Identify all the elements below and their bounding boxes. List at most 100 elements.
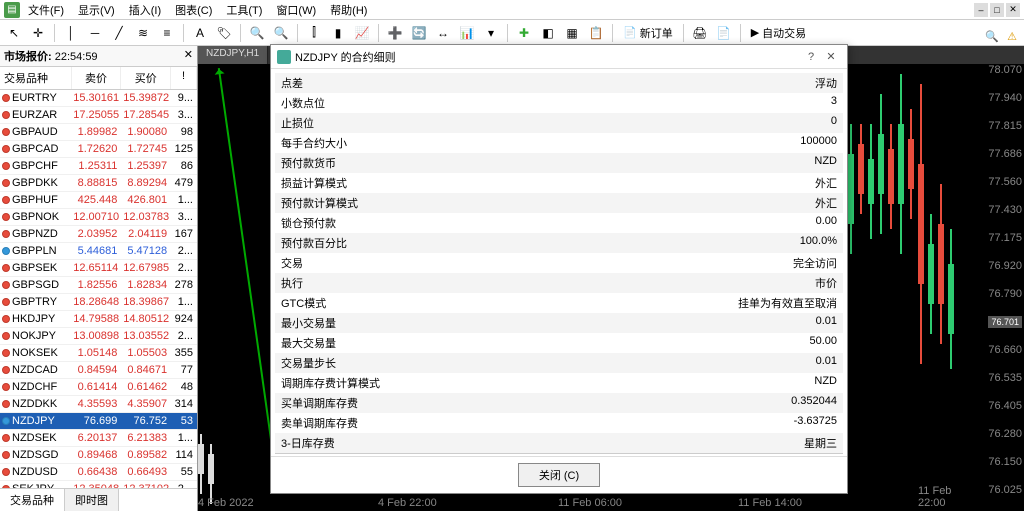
symbol-row[interactable]: GBPPLN 5.44681 5.47128 2...	[0, 243, 197, 260]
market-watch-time: 22:54:59	[55, 51, 98, 63]
menu-item[interactable]: 插入(I)	[123, 0, 167, 20]
symbol-row[interactable]: NZDJPY 76.699 76.752 53	[0, 413, 197, 430]
symbol-row[interactable]: GBPTRY 18.28648 18.39867 1...	[0, 294, 197, 311]
symbol-row[interactable]: NZDCAD 0.84594 0.84671 77	[0, 362, 197, 379]
spec-row: 锁仓预付款0.00	[275, 213, 843, 233]
maximize-icon[interactable]: □	[990, 3, 1004, 17]
symbol-row[interactable]: EURTRY 15.30161 15.39872 9...	[0, 90, 197, 107]
spec-row: GTC模式挂单为有效直至取消	[275, 293, 843, 313]
spec-row: 止损位0	[275, 113, 843, 133]
spec-row: 调期库存费计算模式NZD	[275, 373, 843, 393]
data-icon[interactable]: ◧	[538, 23, 558, 43]
channel-icon[interactable]: ≋	[133, 23, 153, 43]
spec-row: 损益计算模式外汇	[275, 173, 843, 193]
menu-item[interactable]: 显示(V)	[72, 0, 121, 20]
spec-row: 小数点位3	[275, 93, 843, 113]
header-bid[interactable]: 卖价	[72, 67, 122, 89]
close-icon[interactable]: ✕	[1006, 3, 1020, 17]
zoom-in-icon[interactable]: 🔍	[247, 23, 267, 43]
market-watch-rows: EURTRY 15.30161 15.39872 9... EURZAR 17.…	[0, 90, 197, 488]
symbol-row[interactable]: GBPNZD 2.03952 2.04119 167	[0, 226, 197, 243]
plus-icon[interactable]: ✚	[514, 23, 534, 43]
menu-item[interactable]: 文件(F)	[22, 0, 70, 20]
data2-icon[interactable]: 📋	[586, 23, 606, 43]
header-ask[interactable]: 买价	[121, 67, 171, 89]
header-spread[interactable]: !	[171, 67, 197, 89]
panel-close-icon[interactable]: ✕	[184, 48, 193, 64]
chart-bars-icon[interactable]: ⫿	[304, 23, 324, 43]
window-controls: – □ ✕	[974, 3, 1020, 17]
market-watch-panel: 市场报价: 22:54:59 ✕ 交易品种 卖价 买价 ! EURTRY 15.…	[0, 46, 198, 511]
spec-row: 交易量步长0.01	[275, 353, 843, 373]
symbol-row[interactable]: SEKJPY 12.35048 12.37102 2...	[0, 481, 197, 488]
header-symbol[interactable]: 交易品种	[0, 67, 72, 89]
autotrade-button[interactable]: ▶自动交易	[747, 23, 810, 43]
zoom-out-icon[interactable]: 🔍	[271, 23, 291, 43]
symbol-row[interactable]: NZDSGD 0.89468 0.89582 114	[0, 447, 197, 464]
fibo-icon[interactable]: ≡	[157, 23, 177, 43]
text-icon[interactable]: A	[190, 23, 210, 43]
symbol-row[interactable]: NZDUSD 0.66438 0.66493 55	[0, 464, 197, 481]
shift-icon[interactable]: ↔	[433, 23, 453, 43]
search-icon[interactable]: 🔍	[984, 28, 1000, 44]
toolbar-1: ↖ ✛ │ ─ ╱ ≋ ≡ A 🏷 🔍 🔍 ⫿ ▮ 📈 ➕ 🔄 ↔ 📊 ▾ ✚ …	[0, 20, 1024, 46]
dialog-help-icon[interactable]: ?	[801, 51, 821, 63]
symbol-row[interactable]: GBPDKK 8.88815 8.89294 479	[0, 175, 197, 192]
symbol-row[interactable]: GBPAUD 1.89982 1.90080 98	[0, 124, 197, 141]
vline-icon[interactable]: │	[61, 23, 81, 43]
app-icon: ▤	[4, 2, 20, 18]
symbol-row[interactable]: GBPCHF 1.25311 1.25397 86	[0, 158, 197, 175]
symbol-row[interactable]: EURZAR 17.25055 17.28545 3...	[0, 107, 197, 124]
chart-tab[interactable]: NZDJPY,H1	[198, 46, 268, 64]
tab-symbols[interactable]: 交易品种	[0, 489, 65, 511]
symbol-row[interactable]: GBPCAD 1.72620 1.72745 125	[0, 141, 197, 158]
label-icon[interactable]: 🏷	[214, 23, 234, 43]
symbol-row[interactable]: GBPNOK 12.00710 12.03783 3...	[0, 209, 197, 226]
alert-icon[interactable]: ⚠	[1004, 28, 1020, 44]
grid-icon[interactable]: ▦	[562, 23, 582, 43]
spec-row: 每手合约大小100000	[275, 133, 843, 153]
crosshair-icon[interactable]: ✛	[28, 23, 48, 43]
symbol-row[interactable]: NZDDKK 4.35593 4.35907 314	[0, 396, 197, 413]
symbol-row[interactable]: NOKSEK 1.05148 1.05503 355	[0, 345, 197, 362]
spec-row: 交易完全访问	[275, 253, 843, 273]
doc-icon[interactable]: 📄	[714, 23, 734, 43]
menu-item[interactable]: 帮助(H)	[324, 0, 373, 20]
contract-spec-dialog: NZDJPY 的合约细则 ? ✕ 点差浮动小数点位3止损位0每手合约大小1000…	[270, 44, 848, 494]
add-icon[interactable]: ➕	[385, 23, 405, 43]
hline-icon[interactable]: ─	[85, 23, 105, 43]
symbol-row[interactable]: GBPHUF 425.448 426.801 1...	[0, 192, 197, 209]
trendline-icon[interactable]: ╱	[109, 23, 129, 43]
menu-item[interactable]: 图表(C)	[169, 0, 218, 20]
chart-candle-icon[interactable]: ▮	[328, 23, 348, 43]
dialog-close-button[interactable]: 关闭 (C)	[518, 463, 600, 487]
indicators-icon[interactable]: 📊	[457, 23, 477, 43]
symbol-row[interactable]: GBPSGD 1.82556 1.82834 278	[0, 277, 197, 294]
dialog-icon	[277, 50, 291, 64]
print-icon[interactable]: 🖨	[690, 23, 710, 43]
chart-x-axis: 4 Feb 20224 Feb 22:0011 Feb 06:0011 Feb …	[198, 493, 976, 511]
spec-row: 最小交易量0.01	[275, 313, 843, 333]
symbol-row[interactable]: NZDCHF 0.61414 0.61462 48	[0, 379, 197, 396]
spec-row: 预付款货币NZD	[275, 153, 843, 173]
new-order-button[interactable]: 📄新订单	[619, 23, 677, 43]
symbol-row[interactable]: GBPSEK 12.65114 12.67985 2...	[0, 260, 197, 277]
spec-row: 预付款计算模式外汇	[275, 193, 843, 213]
menu-item[interactable]: 窗口(W)	[270, 0, 322, 20]
chart-line-icon[interactable]: 📈	[352, 23, 372, 43]
spec-row: 最大交易量50.00	[275, 333, 843, 353]
symbol-row[interactable]: NZDSEK 6.20137 6.21383 1...	[0, 430, 197, 447]
spec-row: 3-日库存费星期三	[275, 433, 843, 453]
menu-item[interactable]: 工具(T)	[220, 0, 268, 20]
spec-row: 买单调期库存费0.352044	[275, 393, 843, 413]
minimize-icon[interactable]: –	[974, 3, 988, 17]
cursor-icon[interactable]: ↖	[4, 23, 24, 43]
symbol-row[interactable]: NOKJPY 13.00898 13.03552 2...	[0, 328, 197, 345]
templates-icon[interactable]: ▾	[481, 23, 501, 43]
symbol-row[interactable]: HKDJPY 14.79588 14.80512 924	[0, 311, 197, 328]
dialog-close-icon[interactable]: ✕	[821, 50, 841, 63]
autoscroll-icon[interactable]: 🔄	[409, 23, 429, 43]
market-watch-headers: 交易品种 卖价 买价 !	[0, 67, 197, 90]
tab-tick[interactable]: 即时图	[65, 489, 119, 511]
spec-row: 执行市价	[275, 273, 843, 293]
